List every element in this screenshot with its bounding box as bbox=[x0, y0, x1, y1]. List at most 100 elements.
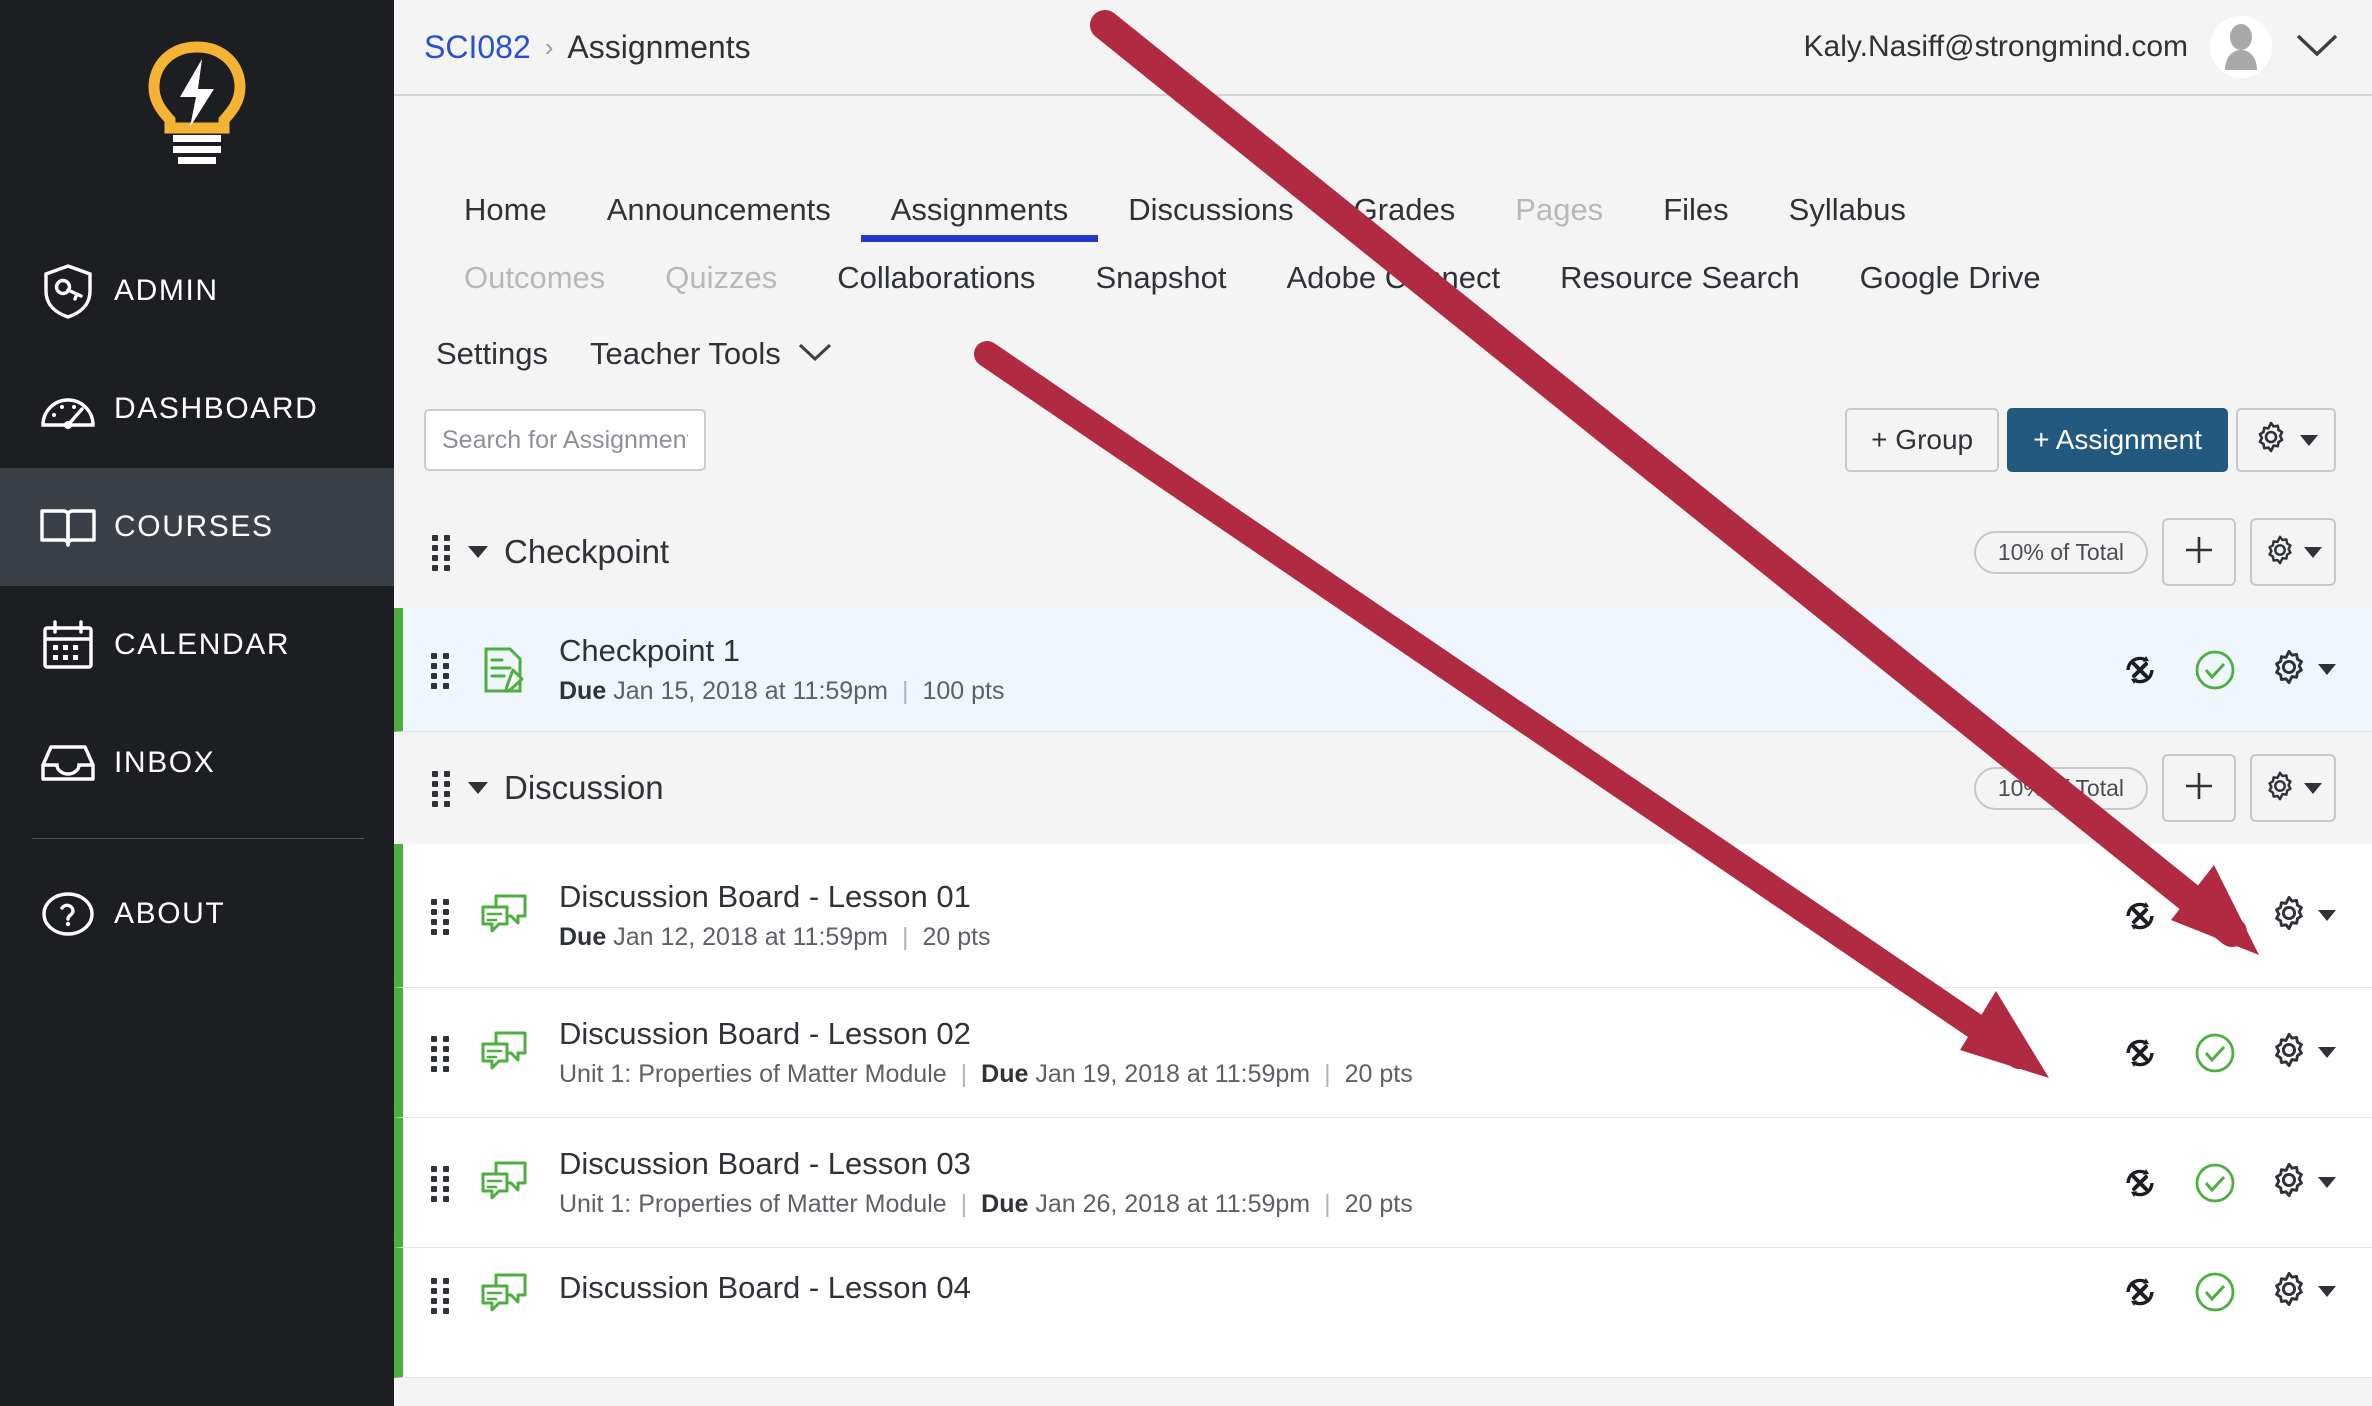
meta-separator: | bbox=[960, 1190, 968, 1218]
assignment-body: Checkpoint 1 Due Jan 15, 2018 at 11:59pm… bbox=[559, 633, 1004, 706]
sidebar-divider bbox=[32, 838, 364, 839]
points-value: 20 pts bbox=[1344, 1060, 1413, 1088]
assignment-row-discussion-lesson-01[interactable]: Discussion Board - Lesson 01 Due Jan 12,… bbox=[394, 844, 2372, 988]
assignment-title[interactable]: Discussion Board - Lesson 02 bbox=[559, 1016, 1413, 1052]
sidebar-item-label: INBOX bbox=[114, 746, 216, 779]
tab-syllabus[interactable]: Syllabus bbox=[1759, 192, 1936, 242]
assignment-title[interactable]: Discussion Board - Lesson 03 bbox=[559, 1146, 1413, 1182]
course-nav-row-secondary: Outcomes Quizzes Collaborations Snapshot… bbox=[394, 260, 2372, 310]
tab-adobe-connect[interactable]: Adobe Connect bbox=[1256, 260, 1530, 310]
tab-collaborations[interactable]: Collaborations bbox=[807, 260, 1065, 310]
link-settings[interactable]: Settings bbox=[434, 336, 548, 372]
assignment-options-button[interactable] bbox=[2270, 1270, 2336, 1313]
discussion-icon bbox=[471, 1160, 537, 1206]
sidebar-item-courses[interactable]: COURSES bbox=[0, 468, 394, 586]
points-value: 20 pts bbox=[1344, 1190, 1413, 1218]
assignment-row-checkpoint-1[interactable]: Checkpoint 1 Due Jan 15, 2018 at 11:59pm… bbox=[394, 608, 2372, 732]
assignment-title[interactable]: Discussion Board - Lesson 01 bbox=[559, 879, 991, 915]
add-assignment-button[interactable]: + Assignment bbox=[2007, 408, 2228, 472]
drag-handle-icon[interactable] bbox=[431, 1035, 449, 1072]
assignment-row-discussion-lesson-02[interactable]: Discussion Board - Lesson 02 Unit 1: Pro… bbox=[394, 988, 2372, 1118]
no-sync-icon[interactable] bbox=[2120, 1163, 2160, 1203]
tab-home[interactable]: Home bbox=[434, 192, 577, 242]
assignment-body: Discussion Board - Lesson 04 bbox=[559, 1270, 971, 1306]
search-input[interactable] bbox=[424, 409, 706, 471]
tab-snapshot[interactable]: Snapshot bbox=[1065, 260, 1256, 310]
drag-handle-icon[interactable] bbox=[431, 898, 449, 935]
assignment-group-header-discussion: Discussion 10% of Total bbox=[394, 732, 2372, 844]
group-collapse-caret-down-icon[interactable] bbox=[468, 782, 488, 794]
assignment-options-button[interactable] bbox=[2270, 1161, 2336, 1204]
tab-files[interactable]: Files bbox=[1633, 192, 1758, 242]
assignment-title[interactable]: Checkpoint 1 bbox=[559, 633, 1004, 669]
assignment-row-discussion-lesson-04[interactable]: Discussion Board - Lesson 04 bbox=[394, 1248, 2372, 1378]
lightbulb-logo[interactable] bbox=[0, 0, 394, 210]
due-value: Jan 19, 2018 at 11:59pm bbox=[1035, 1060, 1311, 1088]
gear-icon bbox=[2270, 1161, 2308, 1204]
tab-resource-search[interactable]: Resource Search bbox=[1530, 260, 1830, 310]
published-check-icon[interactable] bbox=[2194, 1032, 2236, 1074]
no-sync-icon[interactable] bbox=[2120, 1272, 2160, 1312]
breadcrumb-current: Assignments bbox=[567, 28, 751, 65]
assignment-row-actions bbox=[2120, 1270, 2336, 1313]
tab-grades[interactable]: Grades bbox=[1324, 192, 1486, 242]
sidebar-item-admin[interactable]: ADMIN bbox=[0, 232, 394, 350]
sidebar-item-dashboard[interactable]: DASHBOARD bbox=[0, 350, 394, 468]
no-sync-icon[interactable] bbox=[2120, 896, 2160, 936]
meta-separator: | bbox=[901, 677, 909, 705]
no-sync-icon[interactable] bbox=[2120, 1033, 2160, 1073]
due-label: Due bbox=[559, 923, 607, 951]
course-nav-row-primary: Home Announcements Assignments Discussio… bbox=[394, 192, 2372, 242]
caret-down-icon bbox=[2318, 910, 2336, 921]
published-check-icon[interactable] bbox=[2194, 1271, 2236, 1313]
assignment-options-button[interactable] bbox=[2270, 1031, 2336, 1074]
plus-icon bbox=[2182, 533, 2216, 572]
top-bar-right: Kaly.Nasiff@strongmind.com bbox=[1804, 16, 2340, 78]
assignment-options-button[interactable] bbox=[2270, 894, 2336, 937]
gear-icon bbox=[2264, 534, 2296, 571]
drag-handle-icon[interactable] bbox=[431, 652, 449, 689]
no-sync-icon[interactable] bbox=[2120, 650, 2160, 690]
assignment-meta: Unit 1: Properties of Matter Module | Due … bbox=[559, 1060, 1413, 1089]
breadcrumb-course-link[interactable]: SCI082 bbox=[424, 29, 531, 66]
group-add-assignment-button[interactable] bbox=[2162, 754, 2236, 822]
add-group-button[interactable]: + Group bbox=[1845, 408, 2000, 472]
drag-handle-icon[interactable] bbox=[432, 771, 450, 807]
teacher-tools-dropdown[interactable]: Teacher Tools bbox=[590, 336, 833, 372]
group-collapse-caret-down-icon[interactable] bbox=[468, 546, 488, 558]
inbox-tray-icon bbox=[22, 741, 114, 785]
group-options-button[interactable] bbox=[2250, 754, 2336, 822]
sidebar-item-calendar[interactable]: CALENDAR bbox=[0, 586, 394, 704]
caret-down-icon bbox=[2318, 664, 2336, 675]
user-avatar[interactable] bbox=[2210, 16, 2272, 78]
assignment-row-actions bbox=[2120, 1161, 2336, 1204]
discussion-icon bbox=[471, 893, 537, 939]
tab-google-drive[interactable]: Google Drive bbox=[1830, 260, 2071, 310]
calendar-icon bbox=[22, 620, 114, 670]
group-add-assignment-button[interactable] bbox=[2162, 518, 2236, 586]
due-label: Due bbox=[981, 1190, 1029, 1218]
assignment-body: Discussion Board - Lesson 03 Unit 1: Pro… bbox=[559, 1146, 1413, 1219]
main-content: SCI082 › Assignments Kaly.Nasiff@strongm… bbox=[394, 0, 2372, 1406]
group-actions: 10% of Total bbox=[1973, 518, 2336, 586]
drag-handle-icon[interactable] bbox=[432, 535, 450, 571]
drag-handle-icon[interactable] bbox=[431, 1165, 449, 1202]
group-options-button[interactable] bbox=[2250, 518, 2336, 586]
published-check-icon[interactable] bbox=[2194, 649, 2236, 691]
sidebar-item-inbox[interactable]: INBOX bbox=[0, 704, 394, 822]
tab-assignments[interactable]: Assignments bbox=[860, 192, 1099, 242]
assignment-title[interactable]: Discussion Board - Lesson 04 bbox=[559, 1270, 971, 1306]
tab-announcements[interactable]: Announcements bbox=[577, 192, 861, 242]
user-menu-chevron-down-icon[interactable] bbox=[2294, 31, 2340, 64]
assignment-options-button[interactable] bbox=[2270, 648, 2336, 691]
tab-discussions[interactable]: Discussions bbox=[1098, 192, 1323, 242]
drag-handle-icon[interactable] bbox=[431, 1278, 449, 1314]
assignment-row-discussion-lesson-03[interactable]: Discussion Board - Lesson 03 Unit 1: Pro… bbox=[394, 1118, 2372, 1248]
sidebar-item-about[interactable]: ABOUT bbox=[0, 855, 394, 973]
assignments-toolbar: + Group + Assignment bbox=[394, 408, 2372, 472]
published-check-icon[interactable] bbox=[2194, 1162, 2236, 1204]
gear-icon bbox=[2254, 420, 2288, 461]
published-check-icon[interactable] bbox=[2194, 895, 2236, 937]
gear-icon bbox=[2270, 1270, 2308, 1313]
assignments-options-button[interactable] bbox=[2236, 408, 2336, 472]
